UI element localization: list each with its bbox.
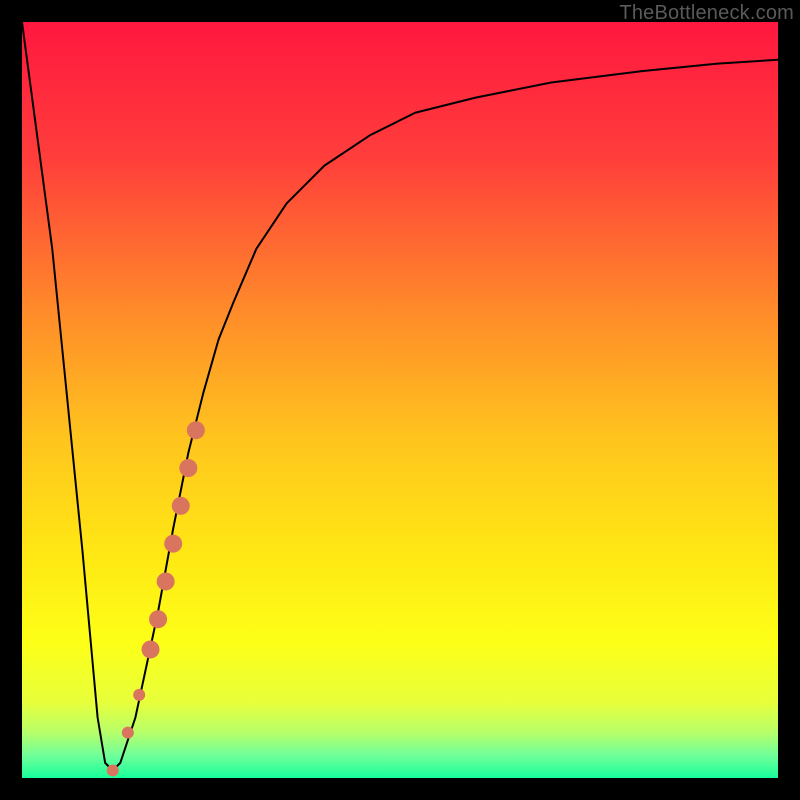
marker-dot: [187, 421, 205, 439]
marker-dot: [157, 572, 175, 590]
watermark-text: TheBottleneck.com: [619, 2, 794, 25]
plot-area: [22, 22, 778, 778]
chart-svg: [22, 22, 778, 778]
marker-dot: [107, 764, 119, 776]
marker-dot: [122, 727, 134, 739]
marker-dot: [172, 497, 190, 515]
chart-frame: TheBottleneck.com: [0, 0, 800, 800]
marker-dot: [149, 610, 167, 628]
marker-dot: [164, 535, 182, 553]
marker-dot: [179, 459, 197, 477]
gradient-background: [22, 22, 778, 778]
marker-dot: [142, 640, 160, 658]
marker-dot: [133, 689, 145, 701]
